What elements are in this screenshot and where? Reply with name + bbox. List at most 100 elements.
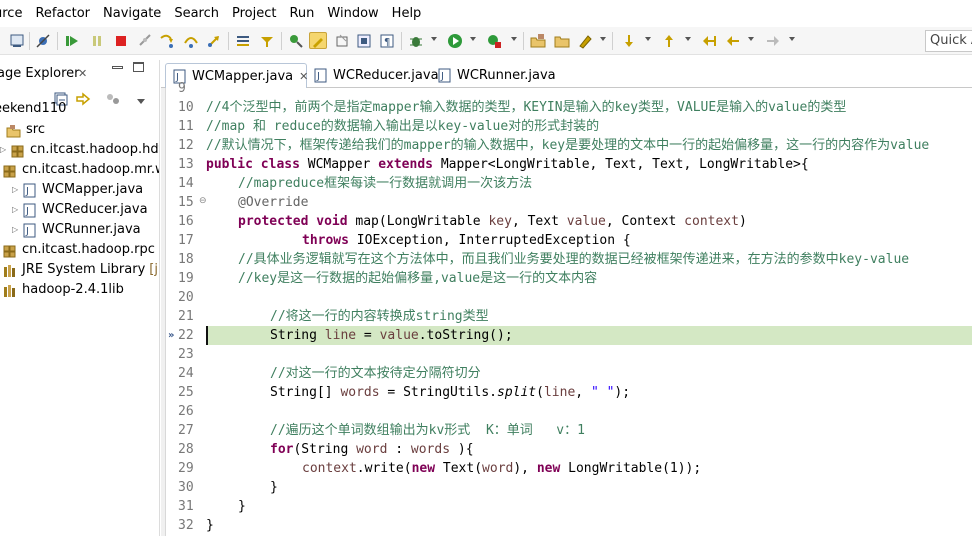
tree-item-label: WCMapper.java [42, 182, 144, 197]
next-annotation-icon[interactable] [620, 32, 638, 49]
disconnect-icon[interactable] [136, 32, 154, 49]
menu-item-search[interactable]: Search [168, 0, 226, 27]
menu-item-urce[interactable]: urce [0, 0, 29, 27]
step-over-icon[interactable] [182, 32, 200, 49]
forward-icon[interactable] [764, 32, 782, 49]
minimize-icon[interactable] [112, 66, 123, 69]
tab-label: WCReducer.java [333, 68, 439, 83]
tree-item[interactable]: ▷cn.itcast.hadoop.rpc [0, 240, 155, 260]
back-icon[interactable] [724, 32, 742, 49]
debug-icon[interactable] [407, 32, 425, 49]
code-line-13: public class WCMapper extends Mapper<Lon… [206, 157, 809, 172]
tree-item-label: cn.itcast.hadoop.rpc [22, 242, 155, 257]
code-line-10: //4个泛型中，前两个是指定mapper输入数据的类型，KEYIN是输入的key… [206, 100, 847, 115]
line-number: 22 [178, 328, 194, 343]
tree-item[interactable]: eekend110 [0, 99, 66, 119]
code-line-14: //mapreduce框架每读一行数据就调用一次该方法 [238, 176, 533, 191]
last-edit-location-icon[interactable] [701, 32, 719, 49]
focus-task-icon[interactable] [104, 90, 122, 107]
code-line-24: //对这一行的文本按待定分隔符切分 [270, 366, 481, 381]
previous-annotation-icon[interactable] [660, 32, 678, 49]
line-number: 14 [178, 176, 194, 191]
svg-text:J: J [25, 226, 29, 237]
tab-wcreducer[interactable]: J WCReducer.java [307, 63, 439, 88]
terminate-icon[interactable] [112, 32, 130, 49]
use-step-filters-icon[interactable] [258, 32, 276, 49]
tree-item[interactable]: JRE System Library[jre7] [0, 260, 159, 280]
maximize-icon[interactable] [133, 62, 144, 72]
menu-item-run[interactable]: Run [283, 0, 321, 27]
package-explorer-header: age Explorer ✕ [0, 60, 159, 88]
line-number: 12 [178, 138, 194, 153]
line-number: 23 [178, 347, 194, 362]
code-line-12: //默认情况下，框架传递给我们的mapper的输入数据中，key是要处理的文本中… [206, 138, 930, 153]
tree-item-label: hadoop-2.4.1lib [22, 282, 124, 297]
current-instruction-icon: » [168, 330, 175, 341]
view-menu-icon[interactable] [132, 92, 150, 109]
paragraph-icon[interactable]: ¶ [378, 32, 396, 49]
tree-item[interactable]: src [0, 120, 45, 140]
menu-item-navigate[interactable]: Navigate [97, 0, 168, 27]
menu-item-refactor[interactable]: Refactor [29, 0, 97, 27]
line-number: 16 [178, 214, 194, 229]
expand-arrow-icon[interactable]: ▷ [0, 140, 10, 160]
svg-text:J: J [25, 206, 29, 217]
skip-breakpoints-icon[interactable] [34, 32, 52, 49]
new-window-icon[interactable] [8, 32, 26, 49]
tree-item-label: src [26, 122, 45, 137]
line-number-gutter[interactable]: 9 10 11 12 13 14 15 16 17 18 19 20 21 22 23 24 25 26 27 28 2… [166, 81, 207, 536]
quick-access-input[interactable]: Quick A [925, 30, 972, 52]
expand-arrow-icon[interactable]: ▷ [12, 180, 22, 200]
code-line-16: protected void map(LongWritable key, Tex… [238, 214, 747, 229]
library-icon [2, 283, 17, 298]
edit-pencil-icon[interactable] [576, 32, 594, 49]
menu-item-project[interactable]: Project [226, 0, 283, 27]
expand-arrow-icon[interactable]: ▷ [12, 200, 22, 220]
resume-icon[interactable] [63, 32, 81, 49]
mark-occurrences-icon[interactable] [309, 32, 327, 49]
menu-item-help[interactable]: Help [386, 0, 429, 27]
line-number: 30 [178, 480, 194, 495]
run-icon[interactable] [446, 32, 464, 49]
code-editor[interactable]: 9 10 11 12 13 14 15 16 17 18 19 20 21 22 23 24 25 26 27 28 2… [161, 81, 972, 536]
tree-item-label: eekend110 [0, 101, 67, 116]
open-folder-icon[interactable] [553, 32, 571, 49]
line-number: 10 [178, 100, 194, 115]
tree-item-label: cn.itcast.hadoop.mr.w [22, 162, 160, 177]
svg-text:J: J [316, 71, 320, 82]
tree-item[interactable]: ▷ J WCReducer.java [12, 200, 148, 220]
tree-item[interactable]: ▷ J WCMapper.java [12, 180, 143, 200]
line-number: 26 [178, 404, 194, 419]
line-number: 18 [178, 252, 194, 267]
menu-item-window[interactable]: Window [321, 0, 385, 27]
java-file-icon: J [22, 223, 37, 238]
tab-wcrunner[interactable]: J WCRunner.java [431, 63, 556, 88]
new-java-package-icon[interactable] [529, 32, 547, 49]
link-with-editor-icon[interactable] [74, 90, 92, 107]
external-tools-icon[interactable] [485, 32, 503, 49]
block-selection-icon[interactable] [333, 32, 351, 49]
show-whitespace-icon[interactable] [355, 32, 373, 49]
java-file-icon: J [22, 203, 37, 218]
package-explorer-title[interactable]: age Explorer [0, 66, 79, 81]
code-line-21: //将这一行的内容转换成string类型 [270, 309, 489, 324]
toggle-breakpoint-icon[interactable] [287, 32, 305, 49]
open-console-icon[interactable] [234, 32, 252, 49]
tree-item[interactable]: ◢cn.itcast.hadoop.mr.w [0, 160, 160, 180]
line-number: 32 [178, 518, 194, 533]
step-into-icon[interactable] [158, 32, 176, 49]
tree-item[interactable]: hadoop-2.4.1lib [0, 280, 124, 300]
line-number: 28 [178, 442, 194, 457]
menu-bar: urceRefactorNavigateSearchProjectRunWind… [0, 0, 972, 27]
expand-arrow-icon[interactable]: ▷ [12, 220, 22, 240]
suspend-icon[interactable] [88, 32, 106, 49]
package-icon [2, 243, 17, 258]
tree-item[interactable]: ▷ cn.itcast.hadoop.hdfs [0, 140, 159, 160]
editor-tabs: J WCMapper.java ✕ J WCReducer.java J WCR… [161, 60, 972, 88]
step-return-icon[interactable] [205, 32, 223, 49]
tree-item[interactable]: ▷ J WCRunner.java [12, 220, 141, 240]
code-line-19: //key是这一行数据的起始偏移量,value是这一行的文本内容 [238, 271, 598, 286]
close-icon[interactable]: ✕ [78, 67, 87, 80]
code-lines[interactable]: //4个泛型中，前两个是指定mapper输入数据的类型，KEYIN是输入的key… [206, 88, 972, 536]
package-icon [10, 143, 25, 158]
